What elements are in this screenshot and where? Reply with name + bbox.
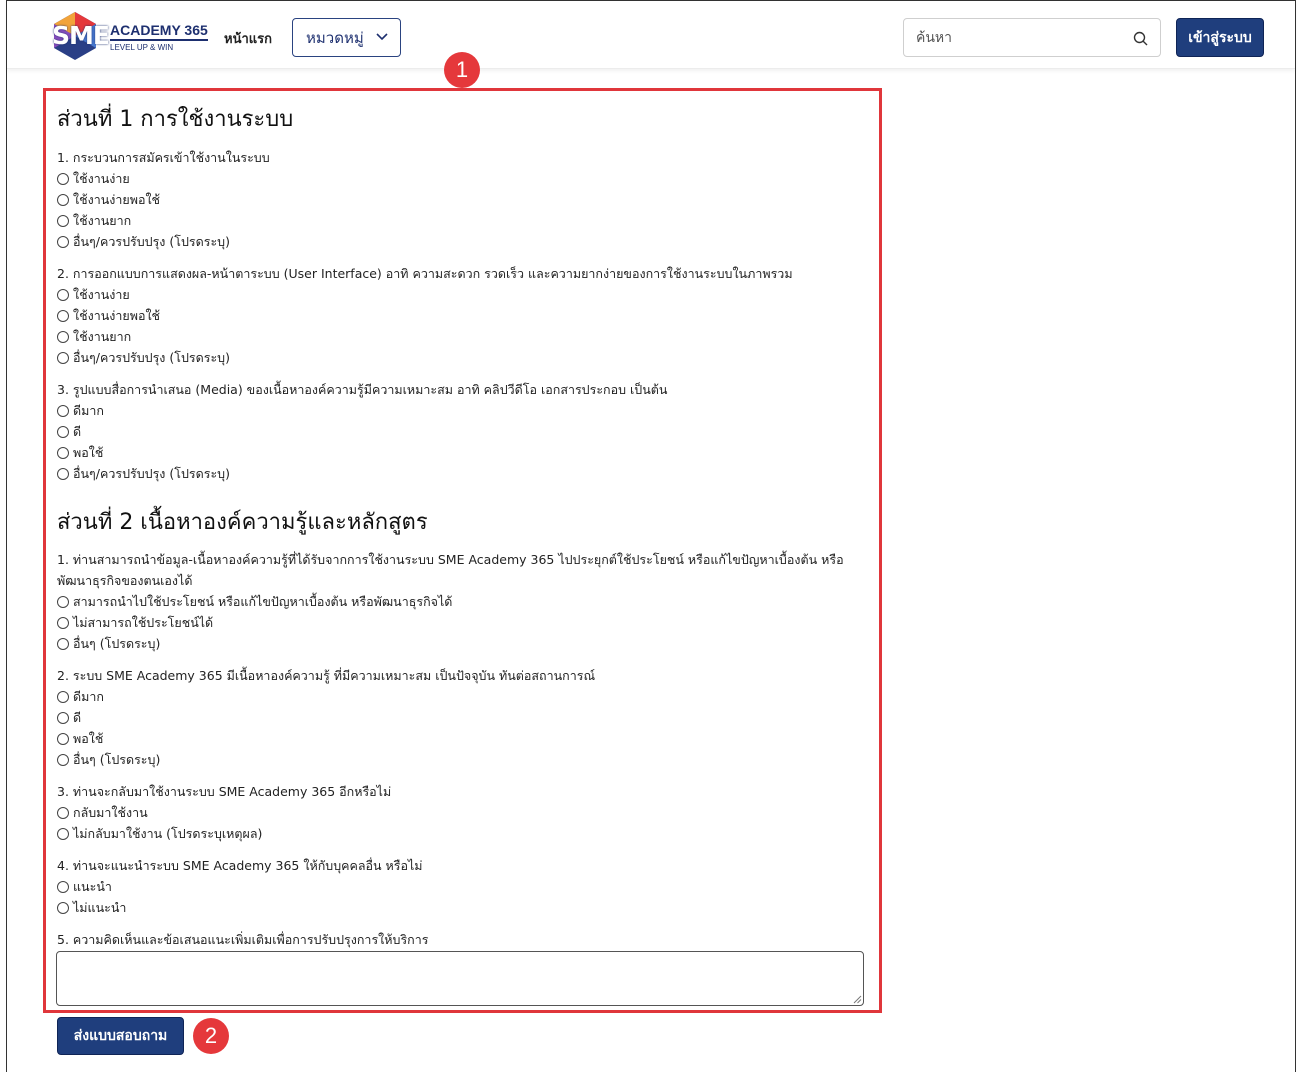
search-box — [903, 18, 1161, 57]
radio-button[interactable] — [57, 827, 69, 840]
logo-mark: SME — [52, 21, 110, 50]
radio-option[interactable]: กลับมาใช้งาน — [57, 802, 148, 823]
option-label: ดีมาก — [73, 402, 104, 418]
option-label: สามารถนำไปใช้ประโยชน์ หรือแก้ไขปัญหาเบื้… — [73, 593, 453, 609]
logo-tagline: LEVEL UP & WIN — [110, 43, 174, 52]
logo-title: ACADEMY 365 — [110, 22, 208, 41]
login-button[interactable]: เข้าสู่ระบบ — [1176, 18, 1264, 57]
radio-option[interactable]: พอใช้ — [57, 728, 103, 749]
option-label: พอใช้ — [73, 730, 104, 746]
radio-option[interactable]: อื่นๆ/ควรปรับปรุง (โปรดระบุ) — [57, 231, 230, 252]
radio-button[interactable] — [57, 172, 69, 185]
radio-option[interactable]: แนะนำ — [57, 876, 112, 897]
section-2-title: ส่วนที่ 2 เนื้อหาองค์ความรู้และหลักสูตร — [57, 510, 428, 535]
radio-button[interactable] — [57, 467, 69, 480]
radio-option[interactable]: ใช้งานง่าย — [57, 284, 130, 305]
radio-button[interactable] — [57, 616, 69, 629]
option-label: ใช้งานยาก — [73, 328, 132, 344]
radio-button[interactable] — [57, 288, 69, 301]
option-label: ดี — [73, 423, 82, 439]
radio-option[interactable]: ดีมาก — [57, 686, 104, 707]
option-label: อื่นๆ/ควรปรับปรุง (โปรดระบุ) — [73, 233, 230, 249]
option-label: ใช้งานง่ายพอใช้ — [73, 191, 161, 207]
radio-option[interactable]: อื่นๆ (โปรดระบุ) — [57, 633, 160, 654]
radio-option[interactable]: ไม่สามารถใช้ประโยชน์ได้ — [57, 612, 213, 633]
search-icon[interactable] — [1133, 31, 1148, 46]
radio-button[interactable] — [57, 351, 69, 364]
radio-option[interactable]: ใช้งานง่ายพอใช้ — [57, 305, 160, 326]
option-label: ใช้งานง่าย — [73, 286, 130, 302]
radio-button[interactable] — [57, 690, 69, 703]
radio-button[interactable] — [57, 330, 69, 343]
comment-textarea[interactable] — [56, 951, 864, 1006]
radio-button[interactable] — [57, 214, 69, 227]
radio-button[interactable] — [57, 806, 69, 819]
option-label: อื่นๆ (โปรดระบุ) — [73, 751, 161, 767]
radio-option[interactable]: สามารถนำไปใช้ประโยชน์ หรือแก้ไขปัญหาเบื้… — [57, 591, 452, 612]
option-label: แนะนำ — [73, 878, 112, 894]
question-text: 3. รูปแบบสื่อการนำเสนอ (Media) ของเนื้อห… — [57, 382, 668, 397]
option-label: ใช้งานยาก — [73, 212, 132, 228]
option-label: อื่นๆ (โปรดระบุ) — [73, 635, 161, 651]
radio-button[interactable] — [57, 446, 69, 459]
question-text: 1. กระบวนการสมัครเข้าใช้งานในระบบ — [57, 150, 270, 165]
radio-button[interactable] — [57, 595, 69, 608]
section-1-title: ส่วนที่ 1 การใช้งานระบบ — [57, 107, 294, 132]
radio-button[interactable] — [57, 637, 69, 650]
category-dropdown[interactable]: หมวดหมู่ — [292, 18, 401, 57]
radio-option[interactable]: อื่นๆ/ควรปรับปรุง (โปรดระบุ) — [57, 463, 230, 484]
radio-option[interactable]: ไม่กลับมาใช้งาน (โปรดระบุเหตุผล) — [57, 823, 262, 844]
radio-option[interactable]: ไม่แนะนำ — [57, 897, 126, 918]
radio-button[interactable] — [57, 425, 69, 438]
search-input[interactable] — [904, 19, 1124, 56]
radio-option[interactable]: ใช้งานง่าย — [57, 168, 130, 189]
option-label: ดี — [73, 709, 82, 725]
option-label: อื่นๆ/ควรปรับปรุง (โปรดระบุ) — [73, 465, 230, 481]
radio-button[interactable] — [57, 901, 69, 914]
radio-button[interactable] — [57, 193, 69, 206]
radio-option[interactable]: ใช้งานยาก — [57, 326, 131, 347]
site-logo[interactable]: SME ACADEMY 365 LEVEL UP & WIN — [50, 10, 208, 60]
nav-home-link[interactable]: หน้าแรก — [224, 28, 272, 49]
option-label: ใช้งานง่ายพอใช้ — [73, 307, 161, 323]
option-label: กลับมาใช้งาน — [73, 804, 148, 820]
question-text: 3. ท่านจะกลับมาใช้งานระบบ SME Academy 36… — [57, 784, 392, 799]
option-label: อื่นๆ/ควรปรับปรุง (โปรดระบุ) — [73, 349, 230, 365]
radio-button[interactable] — [57, 732, 69, 745]
annotation-badge-2: 2 — [193, 1018, 229, 1054]
radio-button[interactable] — [57, 753, 69, 766]
question-text: 2. การออกแบบการแสดงผล-หน้าตาระบบ (User I… — [57, 266, 793, 281]
option-label: ไม่แนะนำ — [73, 899, 127, 915]
option-label: ใช้งานง่าย — [73, 170, 130, 186]
radio-option[interactable]: ใช้งานยาก — [57, 210, 131, 231]
chevron-down-icon — [376, 33, 388, 41]
question-text: 2. ระบบ SME Academy 365 มีเนื้อหาองค์ควา… — [57, 668, 596, 683]
radio-option[interactable]: อื่นๆ (โปรดระบุ) — [57, 749, 160, 770]
radio-option[interactable]: ดี — [57, 707, 81, 728]
option-label: ดีมาก — [73, 688, 104, 704]
radio-button[interactable] — [57, 880, 69, 893]
category-dropdown-label: หมวดหมู่ — [306, 28, 364, 47]
radio-option[interactable]: ดี — [57, 421, 81, 442]
option-label: พอใช้ — [73, 444, 104, 460]
radio-button[interactable] — [57, 711, 69, 724]
radio-option[interactable]: พอใช้ — [57, 442, 103, 463]
radio-option[interactable]: ดีมาก — [57, 400, 104, 421]
option-label: ไม่สามารถใช้ประโยชน์ได้ — [73, 614, 214, 630]
radio-button[interactable] — [57, 309, 69, 322]
radio-option[interactable]: อื่นๆ/ควรปรับปรุง (โปรดระบุ) — [57, 347, 230, 368]
question-text: 4. ท่านจะแนะนำระบบ SME Academy 365 ให้กั… — [57, 858, 423, 873]
annotation-badge-1: 1 — [444, 52, 480, 88]
option-label: ไม่กลับมาใช้งาน (โปรดระบุเหตุผล) — [73, 825, 263, 841]
submit-survey-button[interactable]: ส่งแบบสอบถาม — [57, 1017, 184, 1055]
radio-button[interactable] — [57, 404, 69, 417]
question-text: 5. ความคิดเห็นและข้อเสนอแนะเพิ่มเติมเพื่… — [57, 932, 429, 947]
resize-grip-icon[interactable] — [853, 995, 862, 1004]
radio-button[interactable] — [57, 235, 69, 248]
question-text: 1. ท่านสามารถนำข้อมูล-เนื้อหาองค์ความรู้… — [57, 552, 844, 588]
radio-option[interactable]: ใช้งานง่ายพอใช้ — [57, 189, 160, 210]
